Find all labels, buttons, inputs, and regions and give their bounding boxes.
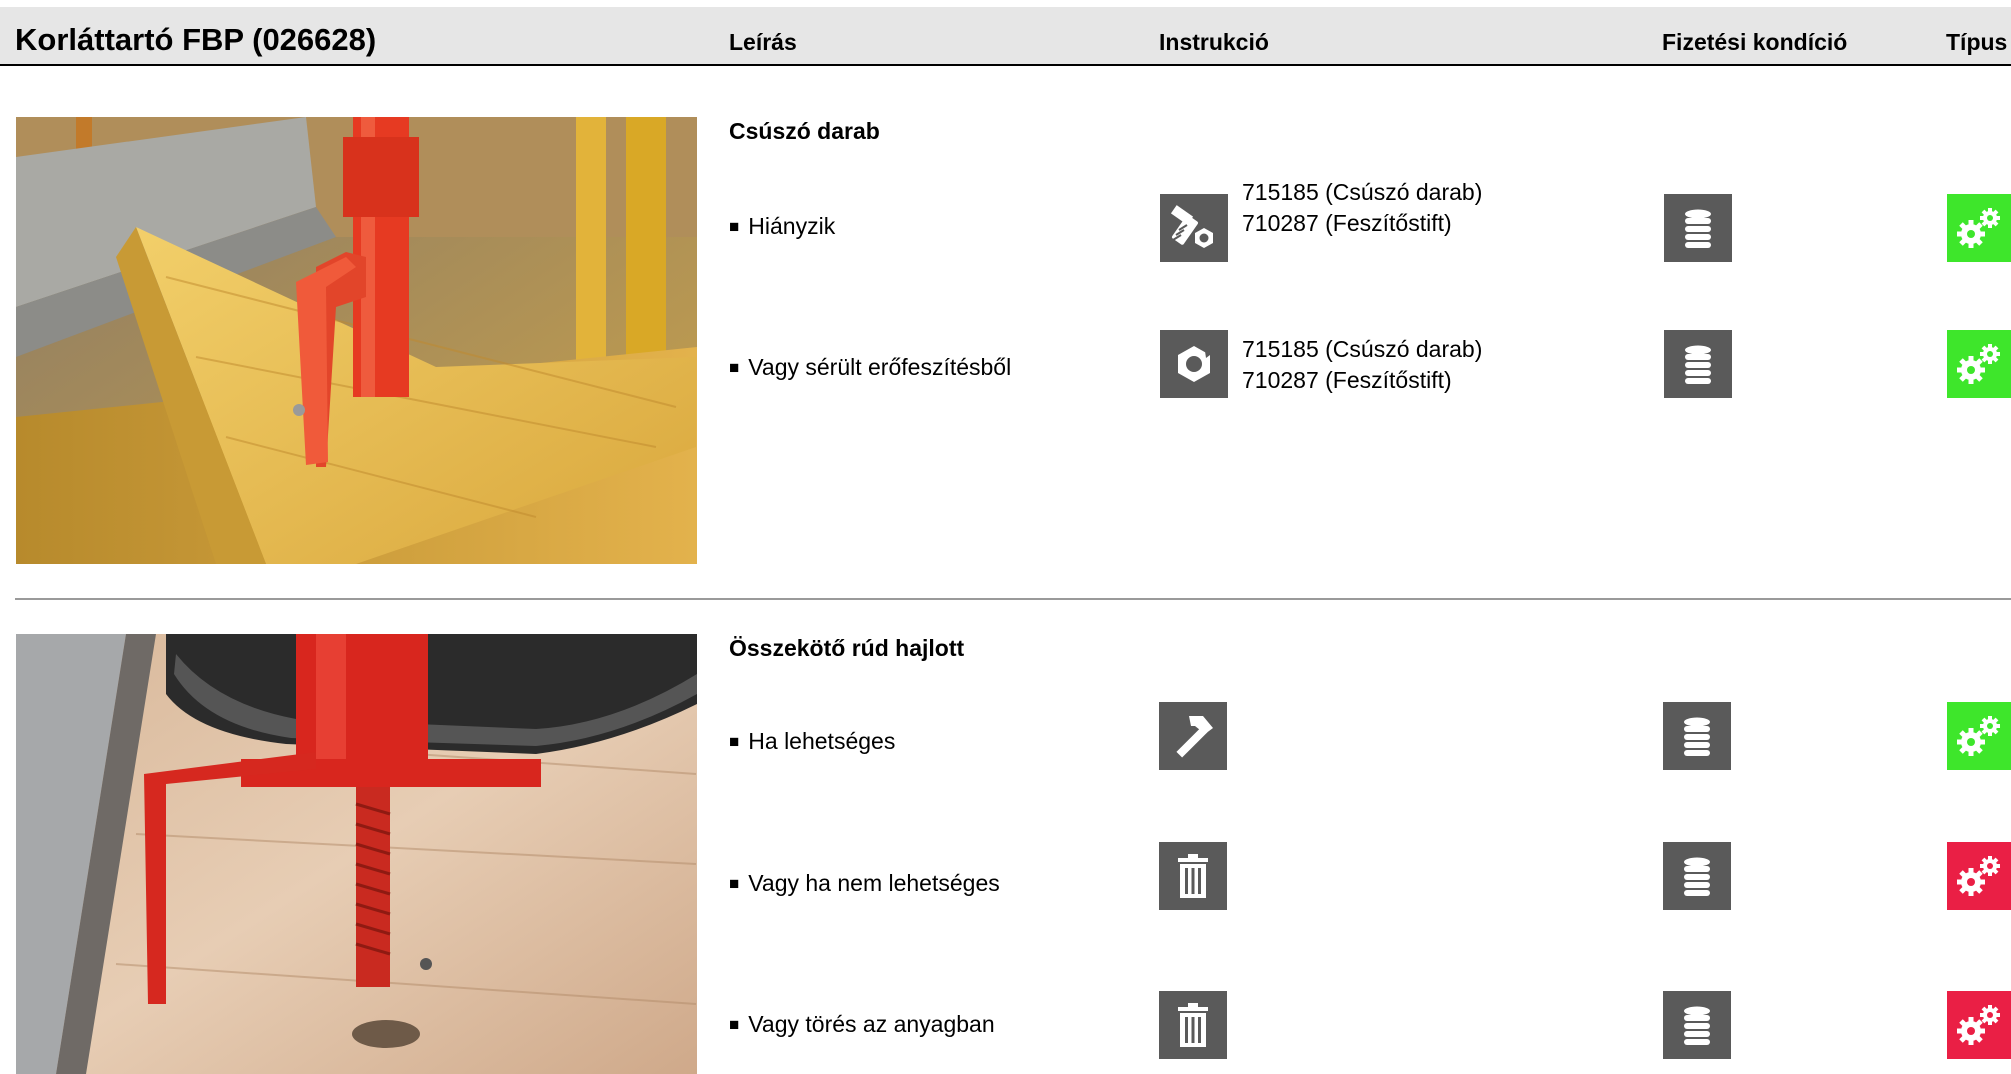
gears-icon (1947, 330, 2011, 398)
section-divider (15, 598, 2011, 600)
row-description-text: Vagy törés az anyagban (748, 1011, 995, 1037)
hammer-icon (1159, 702, 1227, 770)
column-header-payment: Fizetési kondíció (1662, 29, 1848, 55)
section-photo-bent-connecting-rod (16, 634, 697, 1074)
bullet-icon: ■ (729, 1015, 740, 1034)
bullet-icon: ■ (729, 358, 740, 377)
row-description-text: Ha lehetséges (748, 728, 896, 754)
trash-icon (1159, 991, 1227, 1059)
section-photo-sliding-piece (16, 117, 697, 564)
damaged-nut-icon (1160, 330, 1228, 398)
row-description: ■ Hiányzik (729, 213, 835, 240)
row-description: ■ Vagy ha nem lehetséges (729, 870, 1000, 897)
coin-stack-icon (1663, 842, 1731, 910)
instruction-text: 715185 (Csúszó darab) 710287 (Feszítősti… (1242, 177, 1482, 239)
section-title: Összekötő rúd hajlott (729, 635, 965, 661)
row-description-text: Hiányzik (748, 213, 836, 239)
page-title: Korláttartó FBP (026628) (15, 22, 377, 57)
gears-icon (1947, 842, 2011, 910)
gears-icon (1947, 702, 2011, 770)
instruction-text: 715185 (Csúszó darab) 710287 (Feszítősti… (1242, 334, 1482, 396)
instruction-line: 710287 (Feszítőstift) (1242, 367, 1452, 393)
coin-stack-icon (1664, 330, 1732, 398)
instruction-line: 715185 (Csúszó darab) (1242, 179, 1483, 205)
row-description-text: Vagy sérült erőfeszítésből (748, 354, 1012, 380)
coin-stack-icon (1664, 194, 1732, 262)
coin-stack-icon (1663, 991, 1731, 1059)
trash-icon (1159, 842, 1227, 910)
row-description: ■ Ha lehetséges (729, 728, 895, 755)
gears-icon (1947, 991, 2011, 1059)
row-description: ■ Vagy törés az anyagban (729, 1011, 995, 1038)
column-header-type: Típus (1946, 29, 2008, 55)
gears-icon (1947, 194, 2011, 262)
instruction-line: 715185 (Csúszó darab) (1242, 336, 1483, 362)
section-title: Csúszó darab (729, 118, 880, 144)
row-description: ■ Vagy sérült erőfeszítésből (729, 354, 1011, 381)
coin-stack-icon (1663, 702, 1731, 770)
bullet-icon: ■ (729, 217, 740, 236)
column-header-instruction: Instrukció (1159, 29, 1269, 55)
table-header: Korláttartó FBP (026628) Leírás Instrukc… (0, 7, 2011, 66)
bullet-icon: ■ (729, 874, 740, 893)
row-description-text: Vagy ha nem lehetséges (748, 870, 1000, 896)
column-header-description: Leírás (729, 29, 797, 55)
instruction-line: 710287 (Feszítőstift) (1242, 210, 1452, 236)
bolt-nut-icon (1160, 194, 1228, 262)
bullet-icon: ■ (729, 732, 740, 751)
